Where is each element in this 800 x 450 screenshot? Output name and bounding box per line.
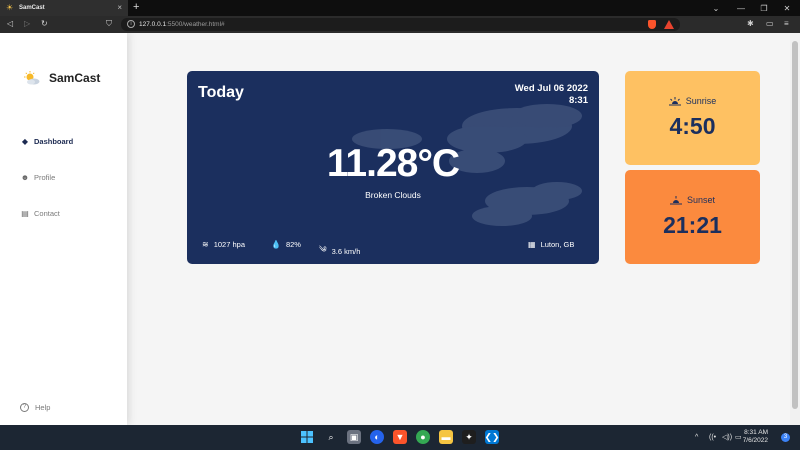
widgets-icon[interactable]: ◐ xyxy=(370,430,384,444)
sun-cloud-favicon-icon: ☀ xyxy=(6,3,14,12)
weather-description: Broken Clouds xyxy=(365,190,421,200)
humidity-value: 82% xyxy=(285,240,301,249)
clock-date: 7/6/2022 xyxy=(742,437,768,444)
extensions-icon[interactable]: ✱ xyxy=(747,19,754,29)
sidebar-item-profile[interactable]: ☻ Profile xyxy=(20,173,55,182)
sunrise-label: Sunrise xyxy=(685,96,717,106)
task-view-icon[interactable]: ▣ xyxy=(347,430,361,444)
figma-icon[interactable]: ✦ xyxy=(462,430,476,444)
tab-title: SamCast xyxy=(19,5,45,11)
battery-icon[interactable]: ▭ xyxy=(735,433,742,442)
vscode-icon[interactable]: ❮❯ xyxy=(484,430,500,444)
water-drop-icon: 💧 xyxy=(271,240,281,249)
sunset-label-row: Sunset xyxy=(625,195,760,205)
site-info-icon[interactable]: i xyxy=(127,20,135,28)
sunset-icon xyxy=(669,195,682,204)
windows-taskbar: ⌕ ▣ ◐ ▼ ● ▬ ✦ ❮❯ ^ ((• ◁)) ▭ 8:31 AM 7/6… xyxy=(0,425,800,450)
sunrise-icon xyxy=(668,96,681,105)
sun-cloud-logo-icon xyxy=(24,71,40,85)
forward-icon[interactable]: ▷ xyxy=(24,19,30,29)
weather-card-title: Today xyxy=(198,84,244,101)
sunset-time: 21:21 xyxy=(663,212,722,238)
search-icon[interactable]: ⌕ xyxy=(324,430,338,444)
wind-value: 3.6 km/h xyxy=(331,247,361,256)
close-window-button[interactable]: ✕ xyxy=(776,0,798,16)
browser-toolbar: ◁ ▷ ↻ ⛉ i 127.0.0.1:5500/weather.html# ✱… xyxy=(0,16,800,33)
sunset-label: Sunset xyxy=(686,195,716,205)
location-stat: ▦ Luton, GB xyxy=(528,240,574,249)
humidity-stat: 💧 82% xyxy=(271,240,301,249)
sunrise-label-row: Sunrise xyxy=(625,96,760,106)
windows-start-icon[interactable] xyxy=(300,430,314,444)
tray-chevron-icon[interactable]: ^ xyxy=(695,433,698,442)
brave-rewards-icon[interactable] xyxy=(664,20,674,29)
sunrise-card: Sunrise 4:50 xyxy=(625,71,760,165)
sidebar-item-label: Profile xyxy=(34,173,56,182)
current-date: Wed Jul 06 2022 xyxy=(514,83,588,94)
chrome-icon[interactable]: ● xyxy=(416,430,430,444)
user-edit-icon: ☻ xyxy=(20,173,30,182)
bookmark-icon[interactable]: ⛉ xyxy=(106,19,112,29)
sunrise-time: 4:50 xyxy=(669,113,716,139)
wallet-icon[interactable]: ▭ xyxy=(766,19,774,29)
reload-icon[interactable]: ↻ xyxy=(41,19,48,29)
browser-tab-bar: ☀ SamCast × + ⌄ — ❐ ✕ xyxy=(0,0,800,16)
map-icon: ▦ xyxy=(528,240,536,249)
address-bar[interactable]: i 127.0.0.1:5500/weather.html# xyxy=(121,18,680,31)
wind-stat: ༄ 3.6 km/h xyxy=(319,240,360,263)
new-tab-button[interactable]: + xyxy=(133,1,139,14)
layers-icon: ◆ xyxy=(21,137,29,146)
location-value: Luton, GB xyxy=(540,240,575,249)
sidebar-item-label: Contact xyxy=(34,209,60,218)
volume-icon[interactable]: ◁)) xyxy=(722,433,732,442)
sidebar: SamCast ◆ Dashboard ☻ Profile ▤ Contact … xyxy=(0,33,127,425)
brave-browser-icon[interactable]: ▼ xyxy=(393,430,407,444)
brave-shield-icon[interactable] xyxy=(648,20,656,29)
minimize-button[interactable]: — xyxy=(730,0,752,16)
clock-time: 8:31 AM xyxy=(744,429,768,436)
id-card-icon: ▤ xyxy=(21,209,29,218)
brand-name[interactable]: SamCast xyxy=(49,70,100,86)
temperature-value: 11.28°C xyxy=(326,142,460,185)
tab-search-dropdown-icon[interactable]: ⌄ xyxy=(705,0,727,16)
sidebar-item-contact[interactable]: ▤ Contact xyxy=(20,209,60,218)
sidebar-item-help[interactable]: ? Help xyxy=(20,403,50,412)
menu-icon[interactable]: ≡ xyxy=(784,19,789,29)
weather-card: Today Wed Jul 06 2022 8:31 11.28°C Broke… xyxy=(187,71,599,264)
sidebar-item-label: Dashboard xyxy=(34,137,74,146)
back-icon[interactable]: ◁ xyxy=(7,19,13,29)
pressure-value: 1027 hpa xyxy=(213,240,245,249)
wind-gauge-icon: ≋ xyxy=(202,240,209,249)
page-content: SamCast ◆ Dashboard ☻ Profile ▤ Contact … xyxy=(0,33,790,425)
taskbar-clock[interactable]: 8:31 AM 7/6/2022 xyxy=(743,429,768,445)
file-explorer-icon[interactable]: ▬ xyxy=(439,430,453,444)
sidebar-item-label: Help xyxy=(35,403,51,412)
wind-icon: ༄ xyxy=(319,245,327,254)
scrollbar-thumb[interactable] xyxy=(792,41,798,409)
sidebar-item-dashboard[interactable]: ◆ Dashboard xyxy=(20,137,73,146)
restore-button[interactable]: ❐ xyxy=(753,0,775,16)
sunset-card: Sunset 21:21 xyxy=(625,170,760,264)
current-time: 8:31 xyxy=(568,95,588,106)
pressure-stat: ≋ 1027 hpa xyxy=(202,240,245,249)
page-scrollbar[interactable] xyxy=(790,33,800,425)
browser-tab[interactable]: ☀ SamCast × xyxy=(0,0,128,16)
tab-close-icon[interactable]: × xyxy=(117,4,122,12)
question-circle-icon: ? xyxy=(20,403,29,412)
notification-badge[interactable]: 3 xyxy=(781,433,790,442)
wifi-icon[interactable]: ((• xyxy=(709,433,716,442)
address-url[interactable]: 127.0.0.1:5500/weather.html# xyxy=(139,20,225,29)
